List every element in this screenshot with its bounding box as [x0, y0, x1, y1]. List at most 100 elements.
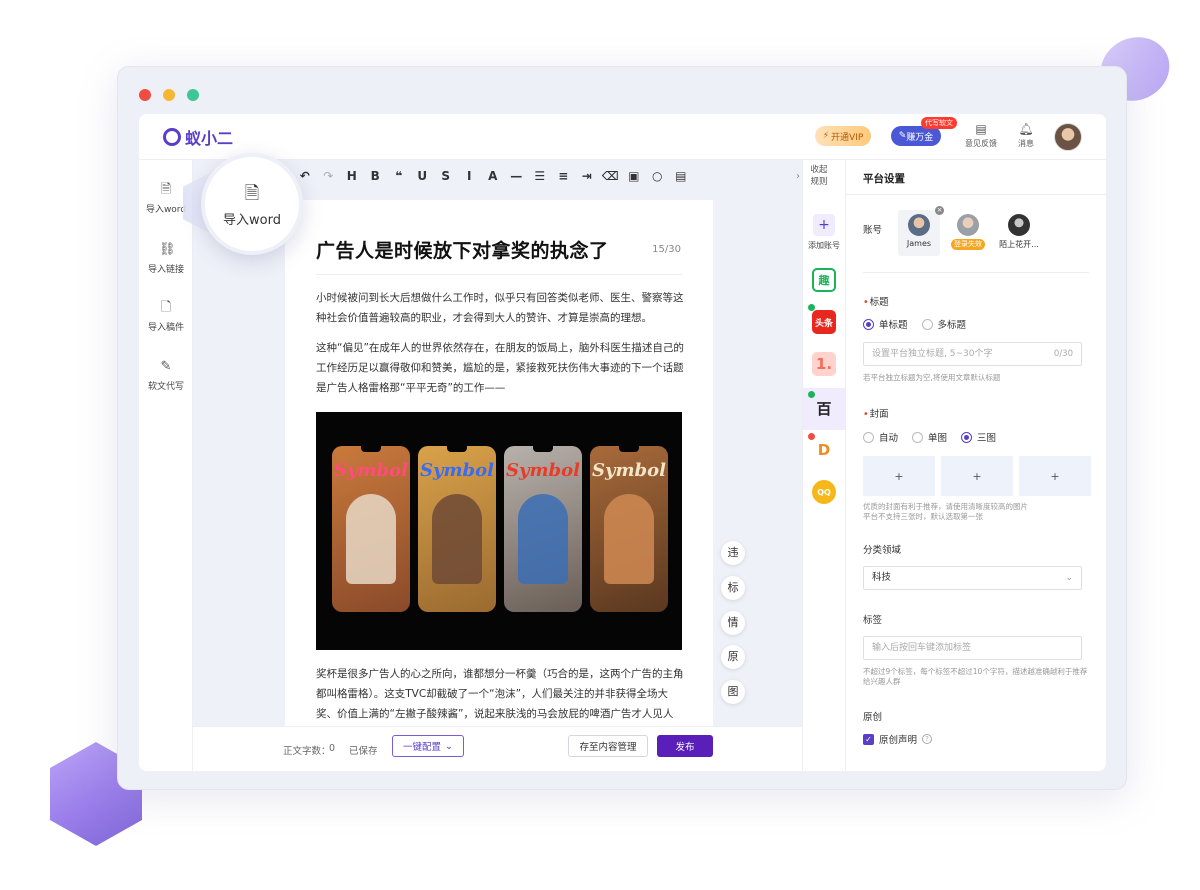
indent-icon[interactable]: ⇥ [575, 169, 599, 183]
collapse-rules-button[interactable]: › 收起 规则 [793, 160, 845, 194]
cover-hint: 优质的封面有利于推荐，请使用清晰度较高的图片 [863, 502, 1028, 511]
platform-qq[interactable]: QQ [812, 480, 836, 504]
radio-circle [912, 431, 924, 443]
cover-upload-slot[interactable]: + [1019, 456, 1091, 496]
platform-baijiahao[interactable]: 百 [812, 396, 836, 420]
login-expired-badge: 登录失效 [951, 239, 985, 250]
import-word-magnifier[interactable]: 🗎 导入word [201, 153, 303, 255]
quote-icon[interactable]: ❝ [387, 169, 411, 183]
tags-input[interactable]: 输入后按回车键添加标签 [863, 636, 1082, 660]
publish-button[interactable]: 发布 [657, 735, 713, 757]
one-click-config-button[interactable]: 一键配置 ⌄ [392, 735, 464, 757]
chevron-right-icon: › [796, 171, 800, 182]
window-maximize-dot[interactable] [187, 89, 199, 101]
word-count-label: 正文字数： [283, 746, 331, 757]
original-declaration-checkbox[interactable]: ✓ 原创声明 ? [863, 732, 933, 746]
cover-upload-slot[interactable]: + [863, 456, 935, 496]
font-color-icon[interactable]: A [481, 169, 505, 183]
phone-notch [533, 446, 553, 452]
sidebar-item-label: 导入稿件 [147, 323, 184, 333]
window-close-dot[interactable] [139, 89, 151, 101]
platform-title-input[interactable]: 设置平台独立标题, 5~30个字 0/30 [863, 342, 1082, 366]
platform-yidian[interactable]: 1. [812, 352, 836, 376]
radio-single-title[interactable]: 单标题 [863, 317, 908, 331]
phone-frame: Symbol [332, 446, 410, 612]
add-account-button[interactable]: + 添加账号 [802, 214, 846, 251]
account-avatar [1008, 214, 1030, 236]
radio-cover-three[interactable]: 三图 [961, 430, 996, 444]
article-title[interactable]: 广告人是时候放下对拿奖的执念了 [316, 236, 609, 263]
feedback-button[interactable]: ▤ 意见反馈 [961, 122, 1001, 149]
help-icon[interactable]: ? [922, 734, 933, 744]
horizontal-rule-icon[interactable]: — [505, 169, 529, 183]
list-icon[interactable]: ☰ [528, 169, 552, 183]
radio-multi-title[interactable]: 多标题 [921, 317, 966, 331]
header: 蚁小二 ⚡ 开通VIP ✎ 赚万金 代写软文 ▤ 意见反馈 🔔︎ 消息 [139, 114, 1106, 160]
magnifier-label: 导入word [223, 213, 281, 228]
strikethrough-icon[interactable]: S [434, 169, 458, 183]
vip-button[interactable]: ⚡ 开通VIP [815, 126, 871, 146]
italic-icon[interactable]: I [458, 169, 482, 183]
radio-circle [863, 318, 874, 330]
radio-circle [863, 431, 874, 443]
article-image[interactable]: Symbol Symbol Symbol Symbol [316, 412, 682, 650]
violation-check-button[interactable]: 违 [721, 541, 745, 565]
message-button[interactable]: 🔔︎ 消息 [1006, 122, 1046, 149]
sidebar-item-import-draft[interactable]: 🗋 导入稿件 [139, 300, 193, 333]
image-icon[interactable]: ▣ [622, 169, 646, 183]
platform-dayu[interactable]: D [812, 438, 836, 462]
lightning-icon: ⚡ [822, 131, 830, 141]
heading-icon[interactable]: H [340, 169, 364, 183]
user-avatar[interactable] [1054, 123, 1082, 151]
image-tool-button[interactable]: 图 [721, 680, 745, 704]
article-paragraph[interactable]: 小时候被问到长大后想做什么工作时，似乎只有回答类似老师、医生、警察等这种社会价值… [316, 288, 684, 328]
cover-hint: 平台不支持三张时，默认选取第一张 [863, 512, 983, 521]
cover-upload-slot[interactable]: + [941, 456, 1013, 496]
align-icon[interactable]: ≡ [552, 169, 576, 183]
person-figure [432, 494, 482, 584]
platform-status-dot [808, 391, 815, 398]
article-paragraph[interactable]: 奖杯是很多广告人的心之所向，谁都想分一杯羹（巧合的是，这两个广告的主角都叫格雷格… [316, 664, 684, 728]
category-select[interactable]: 科技 ⌄ [863, 566, 1082, 590]
account-item[interactable]: James [899, 214, 939, 248]
vip-label: 开通VIP [831, 132, 864, 143]
platform-qutoutiao[interactable]: 趣 [812, 268, 836, 292]
bold-icon[interactable]: B [364, 169, 388, 183]
editor-paper[interactable]: 广告人是时候放下对拿奖的执念了 15/30 小时候被问到长大后想做什么工作时，似… [285, 200, 713, 728]
config-label: 一键配置 [403, 742, 442, 753]
category-section-label: 分类领域 [863, 545, 902, 556]
underline-icon[interactable]: U [411, 169, 435, 183]
title-section-label: •标题 [863, 297, 889, 308]
account-item[interactable]: 陌上花开... [994, 214, 1044, 250]
redo-icon[interactable]: ↷ [317, 169, 341, 183]
platform-toutiao[interactable]: 头条 [812, 310, 836, 334]
window-minimize-dot[interactable] [163, 89, 175, 101]
account-label: 账号 [863, 225, 883, 236]
ai-writing-button[interactable]: ✎ 赚万金 [891, 126, 941, 146]
emotion-button[interactable]: 情 [721, 611, 745, 635]
brand-text: Symbol [592, 460, 666, 481]
chevron-down-icon: ⌄ [1065, 573, 1073, 583]
message-label: 消息 [1018, 139, 1034, 148]
title-input-counter: 0/30 [1053, 349, 1073, 359]
tag-button[interactable]: 标 [721, 576, 745, 600]
save-to-content-button[interactable]: 存至内容管理 [568, 735, 648, 757]
phone-notch [447, 446, 467, 452]
sidebar-item-import-link[interactable]: ⛓ 导入链接 [139, 242, 193, 275]
article-paragraph[interactable]: 这种“偏见”在成年人的世界依然存在，在朋友的饭局上，脑外科医生描述自己的工作经历… [316, 338, 684, 398]
save-status: 已保存 [349, 746, 378, 757]
radio-cover-single[interactable]: 单图 [912, 430, 947, 444]
platform-status-dot [808, 433, 815, 440]
brand-text: Symbol [334, 460, 408, 481]
account-item[interactable]: 登录失效 [948, 214, 988, 250]
template-icon[interactable]: ▤ [669, 169, 693, 183]
original-check-button[interactable]: 原 [721, 645, 745, 669]
search-icon[interactable]: ○ [646, 169, 670, 183]
title-divider [316, 274, 682, 275]
category-value: 科技 [872, 572, 892, 583]
radio-label: 三图 [977, 433, 997, 444]
eraser-icon[interactable]: ⌫ [599, 169, 623, 183]
radio-cover-auto[interactable]: 自动 [863, 430, 898, 444]
logo[interactable]: 蚁小二 [163, 125, 233, 149]
sidebar-item-ghostwrite[interactable]: ✎ 软文代写 [139, 359, 193, 392]
